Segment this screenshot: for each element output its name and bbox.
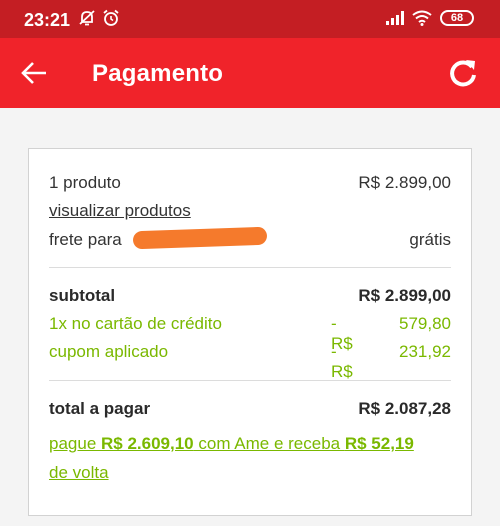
back-arrow-icon[interactable]	[18, 58, 50, 88]
subtotal-row: subtotal R$ 2.899,00	[49, 286, 451, 306]
signal-icon	[386, 11, 404, 25]
refresh-icon[interactable]	[446, 56, 480, 90]
battery-icon: 68	[440, 10, 474, 26]
discount-row-coupon: cupom aplicado - R$ 231,92	[49, 342, 451, 382]
notifications-off-icon	[79, 10, 95, 26]
product-count: 1 produto	[49, 173, 121, 192]
total-row: total a pagar R$ 2.087,28	[49, 399, 451, 419]
alarm-icon	[103, 9, 119, 26]
discount-label: cupom aplicado	[49, 342, 169, 361]
status-icons-left	[78, 9, 120, 27]
divider	[49, 267, 451, 268]
app-bar: Pagamento	[0, 38, 500, 108]
discount-amount: - R$ 231,92	[331, 342, 451, 381]
order-summary-card: 1 produto R$ 2.899,00 visualizar produto…	[28, 148, 472, 516]
subtotal-value: R$ 2.899,00	[358, 286, 451, 305]
total-value: R$ 2.087,28	[358, 399, 451, 418]
product-price: R$ 2.899,00	[358, 173, 451, 192]
shipping-value: grátis	[409, 230, 451, 249]
product-row: 1 produto R$ 2.899,00	[49, 173, 451, 193]
page-title: Pagamento	[92, 60, 224, 87]
status-icons-right: 68	[386, 10, 474, 26]
ame-cashback-offer-link[interactable]: pague R$ 2.609,10 com Ame e receba R$ 52…	[49, 429, 431, 487]
wifi-icon	[412, 10, 432, 26]
total-label: total a pagar	[49, 399, 151, 418]
view-products-link[interactable]: visualizar produtos	[49, 201, 191, 221]
status-time: 23:21	[24, 10, 71, 30]
divider	[49, 380, 451, 381]
status-bar: 23:21 68	[0, 0, 500, 38]
subtotal-label: subtotal	[49, 286, 116, 305]
